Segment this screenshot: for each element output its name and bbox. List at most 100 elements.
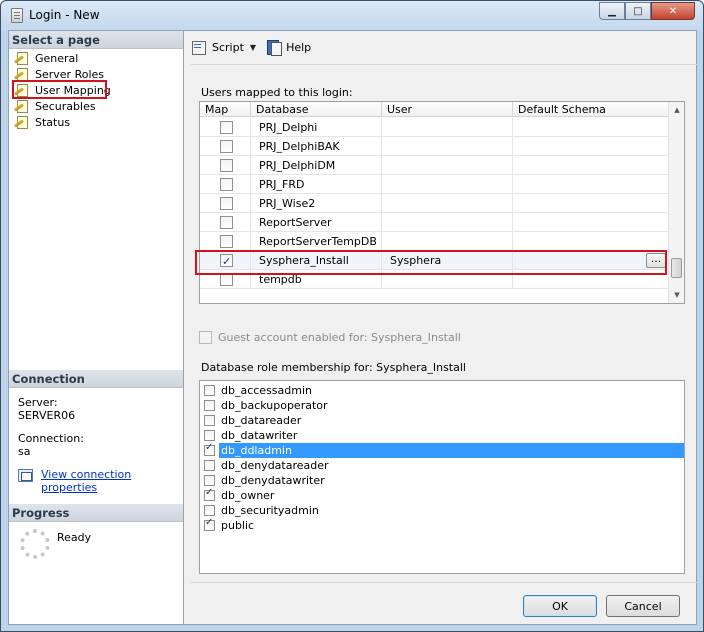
page-item-status[interactable]: Status — [14, 114, 70, 130]
column-header-user[interactable]: User — [382, 102, 513, 117]
progress-spinner-icon — [20, 529, 50, 559]
cancel-button[interactable]: Cancel — [606, 595, 680, 617]
page-icon — [14, 67, 30, 81]
list-item[interactable]: db_backupoperator — [200, 398, 684, 413]
script-label: Script — [212, 40, 244, 54]
table-row[interactable]: PRJ_Wise2 — [200, 194, 670, 213]
role-checkbox[interactable] — [204, 505, 215, 516]
role-membership-list[interactable]: db_accessadmin db_backupoperator db_data… — [199, 380, 685, 574]
map-checkbox[interactable] — [220, 140, 233, 153]
schema-cell[interactable] — [513, 118, 670, 137]
role-checkbox[interactable] — [204, 460, 215, 471]
user-cell[interactable] — [382, 194, 513, 213]
guest-account-checkbox[interactable] — [199, 331, 212, 344]
chevron-down-icon[interactable]: ▼ — [250, 43, 256, 52]
role-checkbox-checked[interactable] — [204, 487, 215, 501]
role-name: db_backupoperator — [221, 399, 328, 412]
list-item[interactable]: db_securityadmin — [200, 503, 684, 518]
map-cell — [200, 156, 251, 175]
map-cell — [200, 232, 251, 251]
page-label: Server Roles — [35, 67, 105, 81]
connection-value: sa — [18, 445, 31, 458]
role-checkbox-checked[interactable] — [204, 517, 215, 531]
user-cell[interactable] — [382, 118, 513, 137]
schema-cell[interactable] — [513, 213, 670, 232]
role-checkbox[interactable] — [204, 415, 215, 426]
help-icon — [266, 39, 283, 56]
schema-cell[interactable] — [513, 194, 670, 213]
scroll-down-icon[interactable]: ▼ — [669, 287, 684, 303]
map-cell — [200, 213, 251, 232]
map-cell — [200, 118, 251, 137]
server-label: Server: — [18, 396, 58, 409]
table-row[interactable]: PRJ_Delphi — [200, 118, 670, 137]
database-cell: PRJ_DelphiDM — [251, 156, 382, 175]
list-item-selected[interactable]: db_ddladmin — [200, 442, 684, 458]
scroll-up-icon[interactable]: ▲ — [669, 102, 684, 118]
list-item[interactable]: db_datawriter — [200, 428, 684, 443]
database-cell: ReportServerTempDB — [251, 232, 382, 251]
list-item[interactable]: db_owner — [200, 487, 684, 503]
scroll-thumb[interactable] — [671, 258, 682, 278]
column-header-default-schema[interactable]: Default Schema — [513, 102, 670, 117]
role-checkbox[interactable] — [204, 430, 215, 441]
map-checkbox[interactable] — [220, 235, 233, 248]
user-cell[interactable] — [382, 175, 513, 194]
database-cell: PRJ_Delphi — [251, 118, 382, 137]
column-header-map[interactable]: Map — [200, 102, 251, 117]
minimize-button[interactable]: ▁ — [599, 2, 625, 20]
script-button[interactable]: Script ▼ — [192, 40, 256, 55]
help-button[interactable]: Help — [266, 39, 311, 56]
schema-cell[interactable] — [513, 156, 670, 175]
ok-button[interactable]: OK — [523, 595, 597, 617]
database-cell: PRJ_DelphiBAK — [251, 137, 382, 156]
map-checkbox[interactable] — [220, 121, 233, 134]
schema-cell[interactable] — [513, 175, 670, 194]
table-row[interactable]: PRJ_FRD — [200, 175, 670, 194]
role-checkbox[interactable] — [204, 475, 215, 486]
map-checkbox[interactable] — [220, 197, 233, 210]
map-checkbox[interactable] — [220, 178, 233, 191]
column-header-database[interactable]: Database — [251, 102, 382, 117]
table-row[interactable]: PRJ_DelphiDM — [200, 156, 670, 175]
guest-account-label: Guest account enabled for: Sysphera_Inst… — [218, 331, 461, 344]
grid-vertical-scrollbar[interactable]: ▲ ▼ — [668, 102, 684, 303]
dialog-client-area: Select a page General Server Roles User … — [8, 30, 697, 625]
connection-header: Connection — [9, 370, 183, 388]
role-checkbox[interactable] — [204, 400, 215, 411]
page-icon — [14, 51, 30, 65]
connection-properties-icon[interactable] — [18, 469, 33, 482]
schema-cell[interactable] — [513, 137, 670, 156]
page-label: Securables — [35, 99, 96, 113]
user-cell[interactable] — [382, 232, 513, 251]
connection-label: Connection: — [18, 432, 84, 445]
table-row[interactable]: ReportServer — [200, 213, 670, 232]
script-icon — [192, 40, 208, 55]
map-checkbox[interactable] — [220, 216, 233, 229]
user-cell[interactable] — [382, 213, 513, 232]
close-button[interactable]: ✕ — [651, 2, 695, 20]
selected-page-highlight — [12, 80, 107, 99]
view-connection-properties-link[interactable]: View connection properties — [41, 468, 183, 494]
list-item[interactable]: db_accessadmin — [200, 383, 684, 398]
list-item[interactable]: db_datareader — [200, 413, 684, 428]
title-bar[interactable]: Login - New ▁ □ ✕ — [1, 1, 703, 31]
role-checkbox[interactable] — [204, 385, 215, 396]
role-name: db_owner — [221, 489, 275, 502]
role-name: db_securityadmin — [221, 504, 319, 517]
page-item-general[interactable]: General — [14, 50, 78, 66]
maximize-button[interactable]: □ — [625, 2, 651, 20]
list-item[interactable]: db_denydatawriter — [200, 473, 684, 488]
list-item[interactable]: public — [200, 517, 684, 533]
role-membership-label: Database role membership for: Sysphera_I… — [201, 361, 466, 374]
page-item-securables[interactable]: Securables — [14, 98, 96, 114]
progress-status: Ready — [57, 531, 92, 544]
table-row[interactable]: PRJ_DelphiBAK — [200, 137, 670, 156]
table-row[interactable]: ReportServerTempDB — [200, 232, 670, 251]
role-checkbox-checked[interactable] — [204, 442, 215, 456]
list-item[interactable]: db_denydatareader — [200, 458, 684, 473]
map-checkbox[interactable] — [220, 159, 233, 172]
schema-cell[interactable] — [513, 232, 670, 251]
user-cell[interactable] — [382, 156, 513, 175]
user-cell[interactable] — [382, 137, 513, 156]
